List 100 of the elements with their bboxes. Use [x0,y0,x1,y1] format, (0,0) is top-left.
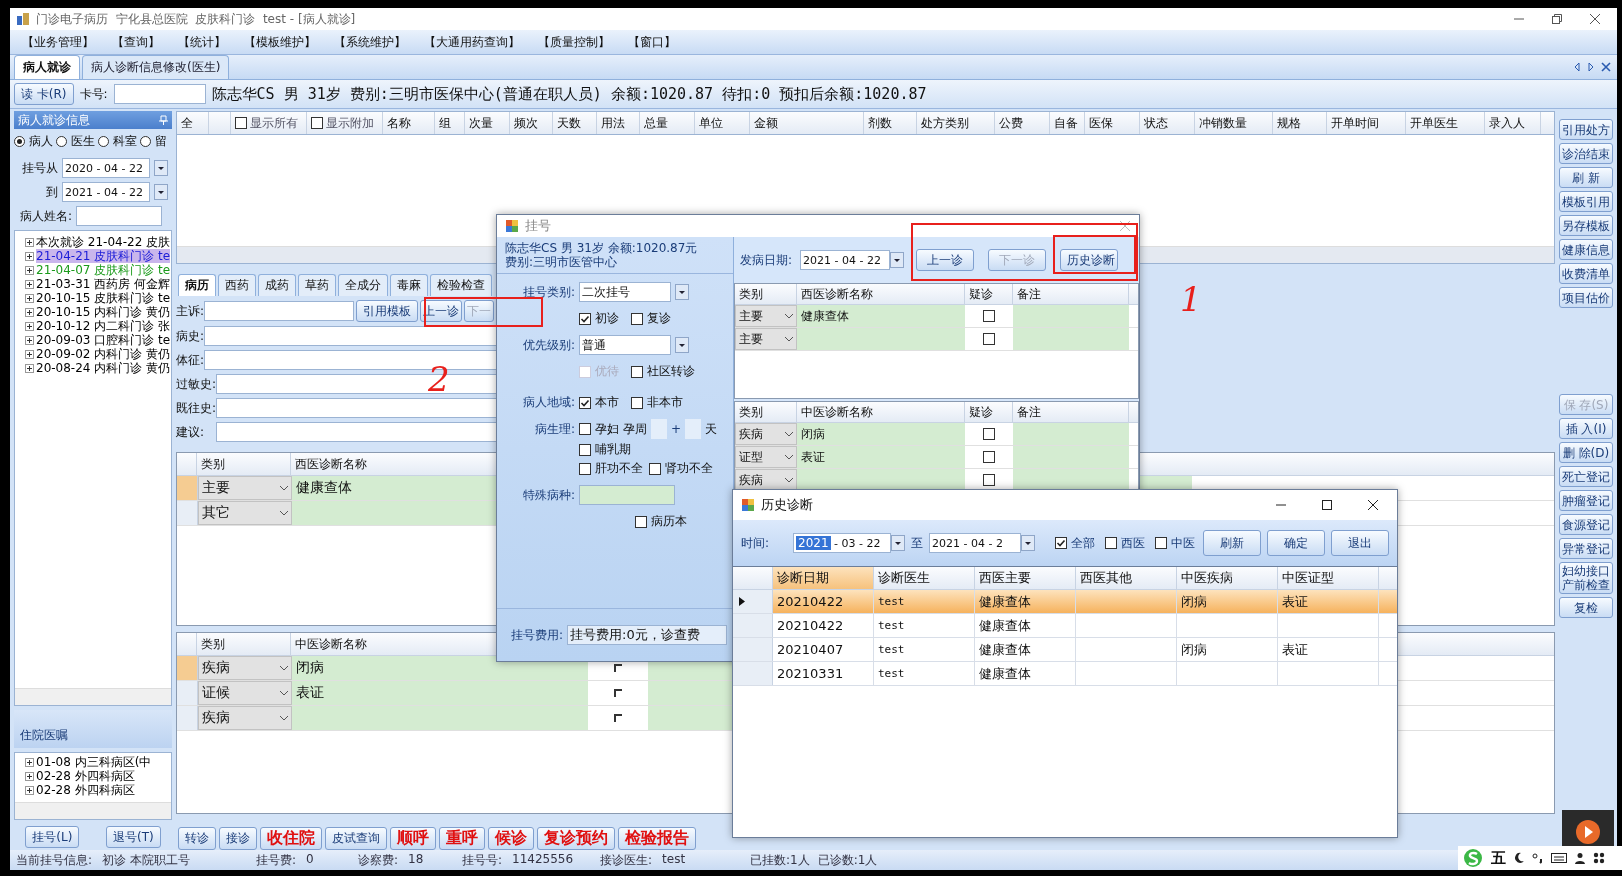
status-label: 当前挂号信息: [16,851,93,869]
table-cell: 表证 [1282,640,1308,659]
column-header: 天数 [557,114,581,132]
column-header: 总量 [644,114,668,132]
field-label: 优先级别: [521,336,575,354]
field-label: 孕周 [623,420,647,438]
column-header: 医保 [1089,114,1113,132]
status-value: 18 [408,851,424,868]
column-header: 开单时间 [1331,114,1379,132]
radio-label: 留 [155,133,167,150]
status-value: 初诊 本院职工号 [102,851,190,869]
patient-line: 陈志华CS 男 31岁 余额:1020.87元 [505,241,699,255]
section-title: 住院医嘱 [20,727,68,744]
table-cell: 20210422 [777,594,844,609]
field-label: 挂号从 [22,159,58,177]
column-header: 自备 [1054,114,1078,132]
field-label: 建议: [176,423,206,441]
table-cell: 健康查体 [979,592,1031,611]
status-label: 挂号费: [256,851,297,869]
status-label: 挂号号: [462,851,503,869]
table-cell: test [878,619,905,632]
fee-type: 费别:三明市医管中心 [505,255,619,269]
table-cell: test [878,643,905,656]
column-header: 西医其他 [1080,569,1132,587]
patient-summary: 陈志华CS 男 31岁 费别:三明市医保中心(普通在职人员) 余额:1020.87 待扣:0 预扣后余额:1020.87 [211,84,927,104]
table-cell: 闭病 [797,423,965,445]
column-header: 处方类别 [921,114,969,132]
checkbox-label: 非本市 [647,394,683,411]
field-label: 天 [705,420,718,438]
column-header: 备注 [1017,285,1041,303]
ime-mode: 五 [1491,848,1506,868]
column-header: 公费 [999,114,1023,132]
checkbox-label: 肝功不全 [595,460,643,477]
column-header: 冲销数量 [1199,114,1247,132]
column-header: 中医诊断名称 [295,635,367,653]
checkbox-label: 肾功不全 [665,460,713,477]
window-title: 门诊电子病历 宁化县总医院 皮肤科门诊 test - [病人就诊] [36,10,356,28]
column-header: 疑诊 [969,285,993,303]
table-cell: 20210407 [777,642,844,657]
status-count: 已诊数:1人 [817,851,878,869]
column-header: 组 [439,114,451,132]
field-label: 挂号费用: [511,626,564,644]
field-label: 病人地域: [521,394,575,411]
column-header: 中医诊断名称 [801,403,873,421]
table-cell: 20210422 [777,618,844,633]
card-label: 卡号: [79,85,108,103]
checkbox-label: 西医 [1121,534,1145,552]
column-header: 开单医生 [1410,114,1458,132]
field-label: 病人姓名: [20,207,73,225]
status-label: 诊察费: [358,851,399,869]
column-header: 类别 [739,285,763,303]
column-header: 西医主要 [979,569,1031,587]
column-header: 西医诊断名称 [801,285,873,303]
status-label: 接诊医生: [600,851,653,869]
column-header: 中医证型 [1282,569,1334,587]
field-label: 时间: [741,534,771,552]
checkbox-label: 显示所有 [250,114,298,132]
column-header: 中医疾病 [1181,569,1233,587]
column-header: 录入人 [1489,114,1525,132]
field-label: 体征: [176,351,202,369]
table-cell: 闭病 [1181,592,1207,611]
handwritten-note: 2 [428,362,450,396]
column-header: 规格 [1277,114,1301,132]
column-header: 类别 [201,455,225,473]
status-value: 0 [306,851,314,868]
checkbox-label: 中医 [1171,534,1195,552]
status-value: test [662,851,686,868]
range-label: 至 [911,534,923,552]
table-cell: 表证 [292,681,588,705]
checkbox-label: 病历本 [651,513,687,530]
table-cell: 20210331 [777,666,844,681]
status-value: 11425556 [512,851,574,868]
checkbox-label: 孕妇 [595,420,619,438]
field-label: 过敏史: [176,375,214,393]
table-cell: 健康查体 [979,616,1031,635]
radio-label: 医生 [71,133,95,150]
dialog-title: 挂号 [525,217,551,235]
field-label: 既往史: [176,399,214,417]
field-label: 主诉: [176,302,202,320]
field-label: 到 [46,183,58,201]
table-cell: 闭病 [292,656,588,680]
handwritten-note: 1 [1180,282,1202,316]
checkbox-label: 哺乳期 [595,441,631,458]
field-label: 病生理: [533,420,575,438]
column-header: 备注 [1017,403,1041,421]
checkbox-label: 显示附加 [326,114,374,132]
table-cell: test [878,595,905,608]
field-label: 病史: [176,327,202,345]
field-label: 挂号类别: [521,283,575,301]
table-cell: 健康查体 [797,305,965,327]
column-header: 类别 [739,403,763,421]
column-header: 剂数 [868,114,892,132]
checkbox-label: 全部 [1071,534,1095,552]
table-cell: 表证 [797,446,965,468]
status-count: 已挂数:1人 [750,851,810,869]
column-header: 状态 [1144,114,1168,132]
radio-label: 科室 [113,133,137,150]
panel-title: 病人就诊信息 [18,111,90,129]
checkbox-label: 复诊 [647,310,671,327]
column-header: 次量 [469,114,493,132]
